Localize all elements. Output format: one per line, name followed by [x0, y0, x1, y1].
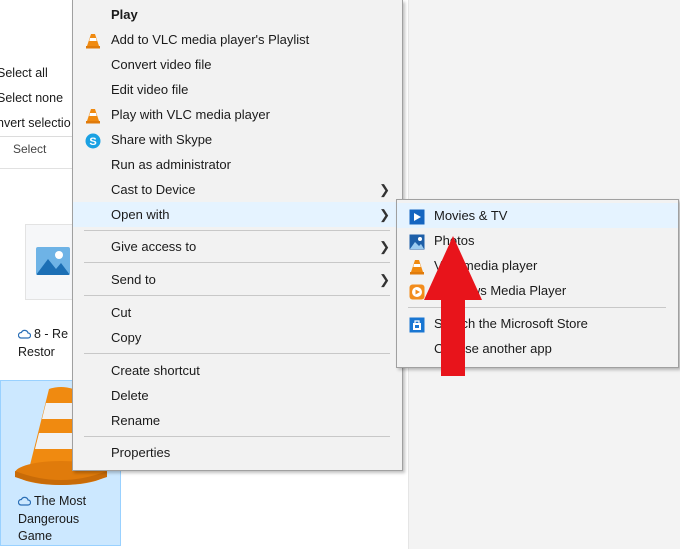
select-all-button[interactable]: Select all: [0, 66, 48, 80]
vlc-icon: [409, 258, 425, 275]
menu-item-run-as-admin[interactable]: Run as administrator: [73, 152, 402, 177]
menu-item-delete[interactable]: Delete: [73, 383, 402, 408]
ribbon-divider: [0, 136, 72, 137]
microsoft-store-icon: [409, 316, 425, 333]
menu-item-copy[interactable]: Copy: [73, 325, 402, 350]
menu-item-create-shortcut[interactable]: Create shortcut: [73, 358, 402, 383]
menu-separator: [84, 262, 390, 263]
menu-item-cut[interactable]: Cut: [73, 300, 402, 325]
context-menu: Play Add to VLC media player's Playlist …: [72, 0, 403, 471]
windows-media-player-icon: [409, 283, 425, 300]
menu-item-convert-video[interactable]: Convert video file: [73, 52, 402, 77]
menu-item-rename[interactable]: Rename: [73, 408, 402, 433]
chevron-right-icon: ❯: [379, 207, 390, 222]
menu-item-play[interactable]: Play: [73, 2, 402, 27]
menu-item-properties[interactable]: Properties: [73, 440, 402, 465]
file-name-label[interactable]: 8 - Re Restor: [18, 326, 80, 361]
movies-tv-icon: [409, 208, 425, 225]
menu-item-cast-to-device[interactable]: Cast to Device ❯: [73, 177, 402, 202]
menu-item-add-to-vlc-playlist[interactable]: Add to VLC media player's Playlist: [73, 27, 402, 52]
menu-item-share-with-skype[interactable]: S Share with Skype: [73, 127, 402, 152]
ribbon-select-group: Select all Select none nvert selectio Se…: [0, 0, 78, 169]
invert-selection-button[interactable]: nvert selectio: [0, 116, 71, 130]
chevron-right-icon: ❯: [379, 239, 390, 254]
cloud-icon: [18, 327, 32, 344]
menu-separator: [84, 436, 390, 437]
select-none-button[interactable]: Select none: [0, 91, 63, 105]
vlc-icon: [85, 107, 101, 124]
ribbon-group-label: Select: [13, 142, 47, 156]
menu-separator: [84, 230, 390, 231]
photos-icon: [409, 233, 425, 250]
menu-item-give-access-to[interactable]: Give access to ❯: [73, 234, 402, 259]
file-name-label[interactable]: The Most Dangerous Game: [17, 493, 118, 545]
menu-item-send-to[interactable]: Send to ❯: [73, 267, 402, 292]
menu-item-open-with[interactable]: Open with ❯: [73, 202, 402, 227]
chevron-right-icon: ❯: [379, 182, 390, 197]
menu-separator: [84, 353, 390, 354]
annotation-arrow-icon: [424, 236, 482, 376]
svg-text:S: S: [89, 136, 96, 148]
submenu-item-movies-tv[interactable]: Movies & TV: [397, 203, 678, 228]
menu-item-edit-video[interactable]: Edit video file: [73, 77, 402, 102]
menu-separator: [84, 295, 390, 296]
cloud-icon: [17, 494, 32, 511]
vlc-icon: [85, 32, 101, 49]
chevron-right-icon: ❯: [379, 272, 390, 287]
skype-icon: S: [85, 132, 101, 149]
menu-item-play-with-vlc[interactable]: Play with VLC media player: [73, 102, 402, 127]
